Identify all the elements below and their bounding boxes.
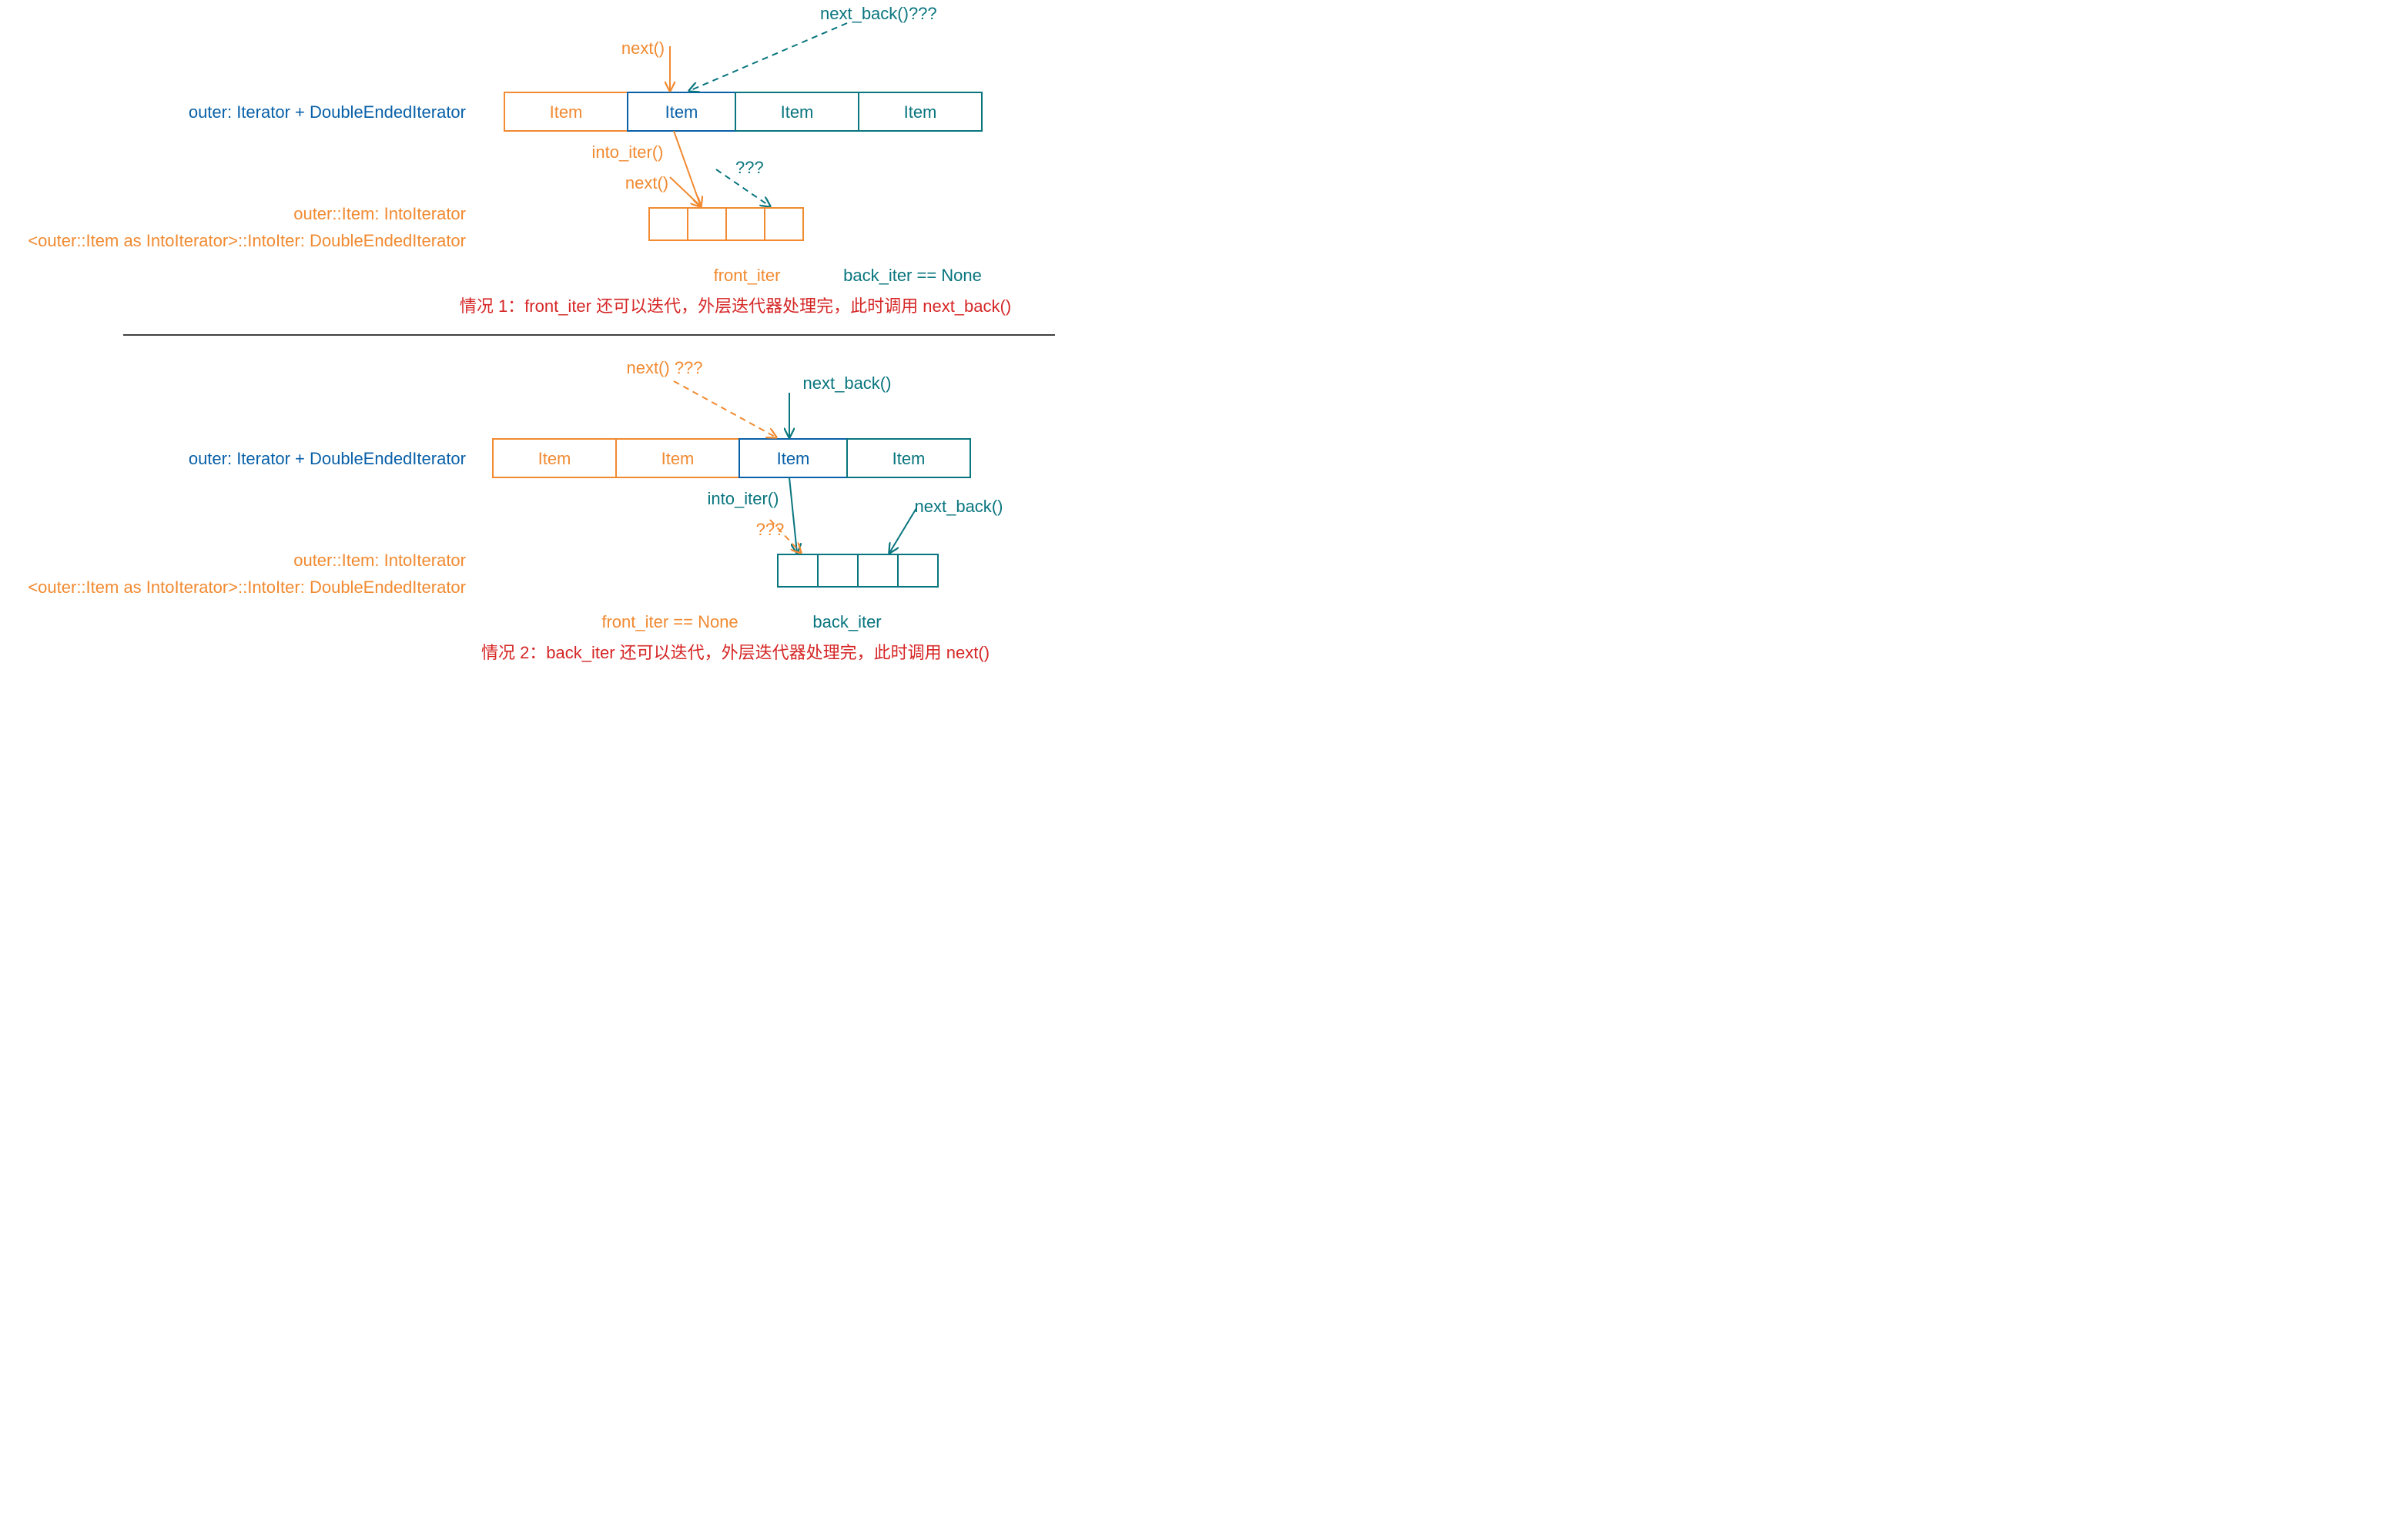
diagram: Item Item Item Item next() next_back()??… — [0, 0, 1204, 763]
item-label: Item — [665, 102, 698, 122]
label-outer-type: outer: Iterator + DoubleEndedIterator — [189, 449, 466, 468]
case-1: Item Item Item Item next() next_back()??… — [28, 4, 1011, 316]
label-outer-type: outer: Iterator + DoubleEndedIterator — [189, 102, 466, 122]
item-label: Item — [661, 449, 695, 468]
label-outer-intoiter: <outer::Item as IntoIterator>::IntoIter:… — [28, 578, 466, 597]
label-outer-intoiter: <outer::Item as IntoIterator>::IntoIter:… — [28, 231, 466, 250]
label-back-none: back_iter == None — [843, 266, 982, 285]
item-label: Item — [550, 102, 583, 122]
label-next-q: next() ??? — [626, 358, 702, 377]
label-outer-item: outer::Item: IntoIterator — [293, 551, 466, 570]
label-qqq: ??? — [735, 158, 764, 177]
label-next-back-inner: next_back() — [915, 497, 1003, 516]
caption-1: 情况 1：front_iter 还可以迭代，外层迭代器处理完，此时调用 next… — [460, 296, 1011, 316]
label-outer-item: outer::Item: IntoIterator — [293, 204, 466, 223]
label-next-back: next_back() — [803, 373, 892, 393]
item-label: Item — [781, 102, 814, 122]
outer-row-1: Item Item Item Item — [504, 92, 982, 131]
arrow-into-iter — [674, 131, 701, 206]
outer-row-2: Item Item Item Item — [493, 439, 970, 477]
label-into-iter-2: into_iter() — [708, 489, 779, 508]
item-label: Item — [893, 449, 926, 468]
arrow-into-iter-2 — [789, 477, 797, 553]
label-qqq-2: ??? — [756, 520, 785, 539]
label-into-iter: into_iter() — [592, 142, 664, 162]
label-next-back-q: next_back()??? — [820, 4, 937, 23]
item-label: Item — [904, 102, 937, 122]
item-label: Item — [538, 449, 571, 468]
arrow-next-q — [674, 381, 776, 437]
inner-row-2 — [778, 554, 938, 587]
label-back-iter: back_iter — [812, 612, 881, 631]
label-next-inner: next() — [625, 173, 668, 193]
label-next: next() — [621, 39, 665, 58]
inner-row-1 — [649, 208, 803, 240]
label-front-none: front_iter == None — [601, 612, 738, 631]
arrow-next-back-inner — [889, 508, 916, 553]
case-2: Item Item Item Item next() ??? next_back… — [28, 358, 1003, 662]
arrow-next-back-q — [689, 23, 847, 91]
caption-2: 情况 2：back_iter 还可以迭代，外层迭代器处理完，此时调用 next(… — [481, 643, 990, 662]
item-label: Item — [777, 449, 810, 468]
label-front-iter: front_iter — [714, 266, 781, 285]
